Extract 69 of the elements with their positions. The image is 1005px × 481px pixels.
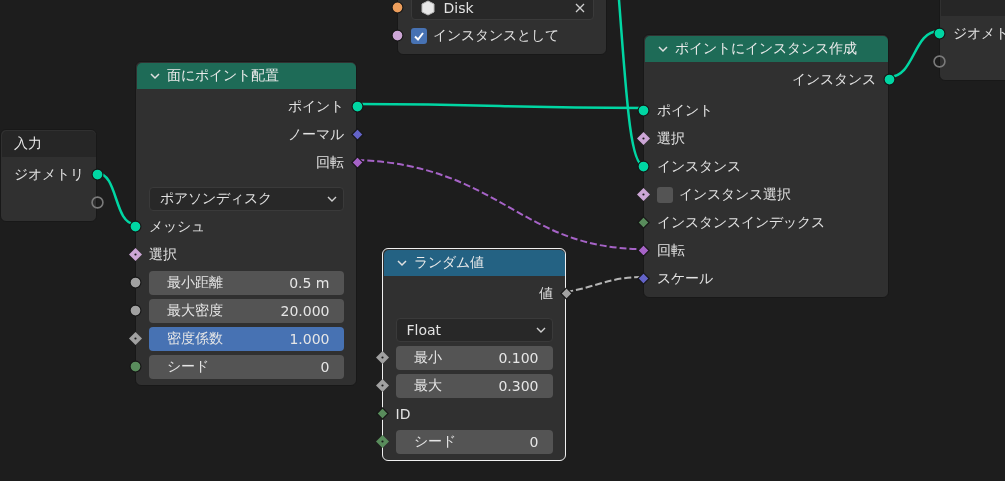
socket-label: 回転 [656,241,685,260]
socket-label: ポイント [287,97,344,116]
node-socket[interactable] [128,360,142,373]
number-field[interactable]: シード 0 [148,354,344,379]
node-socket[interactable] [350,100,364,113]
node-header[interactable]: 入力 [1,130,96,157]
node-socket[interactable] [390,1,404,14]
node-socket[interactable] [636,216,650,229]
number-field[interactable]: 最小距離 0.5 m [148,270,344,295]
node-socket[interactable] [375,379,389,392]
socket-label: ID [395,405,411,422]
node-socket[interactable] [128,276,142,289]
socket-label: 回転 [315,153,344,172]
node-socket[interactable] [636,272,650,285]
node-socket[interactable] [375,435,389,448]
number-field[interactable]: 最大密度 20.000 [148,298,344,323]
socket-label: ジオメトリ [13,165,84,184]
node-socket[interactable] [636,132,650,145]
node-socket[interactable] [128,332,142,345]
node-socket[interactable] [932,27,946,40]
socket-label: 選択 [656,129,685,148]
chevron-icon [535,325,546,334]
node-socket[interactable] [636,104,650,117]
checkbox-label: インスタンスとして [432,26,559,45]
cube-icon [419,0,436,16]
socket-label: スケール [656,269,713,288]
number-field[interactable]: 最小 0.100 [395,345,553,370]
node-socket[interactable] [128,304,142,317]
socket-label: 値 [538,284,553,303]
node-title: 入力 [13,134,42,153]
node-socket[interactable] [90,168,104,181]
node-socket[interactable] [932,55,946,68]
node-title: ランダム値 [413,253,484,272]
socket-label: メッシュ [148,217,205,236]
socket-label: インスタンスインデックス [656,213,825,232]
node-socket[interactable] [375,351,389,364]
number-field[interactable]: 密度係数 1.000 [148,326,344,351]
socket-label: ジオメト [952,24,1005,43]
number-field[interactable]: 最大 0.300 [395,373,553,398]
number-field[interactable]: シード 0 [395,429,553,454]
object-name: Disk [443,0,475,16]
node-socket[interactable] [128,220,142,233]
chevron-icon [326,194,337,203]
socket-label: インスタンス [656,157,741,176]
node-title: ポイントにインスタンス作成 [674,39,857,58]
node-socket[interactable] [128,248,142,261]
dropdown[interactable]: ポアソンディスク [148,186,344,211]
node-socket[interactable] [882,73,896,86]
node-header[interactable]: 面にポイント配置 [136,62,356,89]
node-socket[interactable] [390,29,404,42]
node-title: 面にポイント配置 [166,66,279,85]
node-socket[interactable] [559,287,573,300]
socket-label: インスタンス [791,70,876,89]
socket-label: ポイント [656,101,713,120]
node-socket[interactable] [636,244,650,257]
node-header[interactable]: ポイントにインスタンス作成 [644,35,888,62]
node-socket[interactable] [350,128,364,141]
node-socket[interactable] [375,407,389,420]
node-socket[interactable] [636,160,650,173]
close-icon[interactable] [574,2,585,13]
node-socket[interactable] [636,188,650,201]
socket-label: 選択 [148,245,177,264]
node-header[interactable]: ランダム値 [383,249,565,276]
checkbox-label: インスタンス選択 [678,185,791,204]
node-socket[interactable] [90,196,104,209]
dropdown[interactable]: Float [395,317,553,342]
socket-label: ノーマル [287,125,344,144]
node-socket[interactable] [350,156,364,169]
object-field[interactable]: Disk [410,0,594,20]
